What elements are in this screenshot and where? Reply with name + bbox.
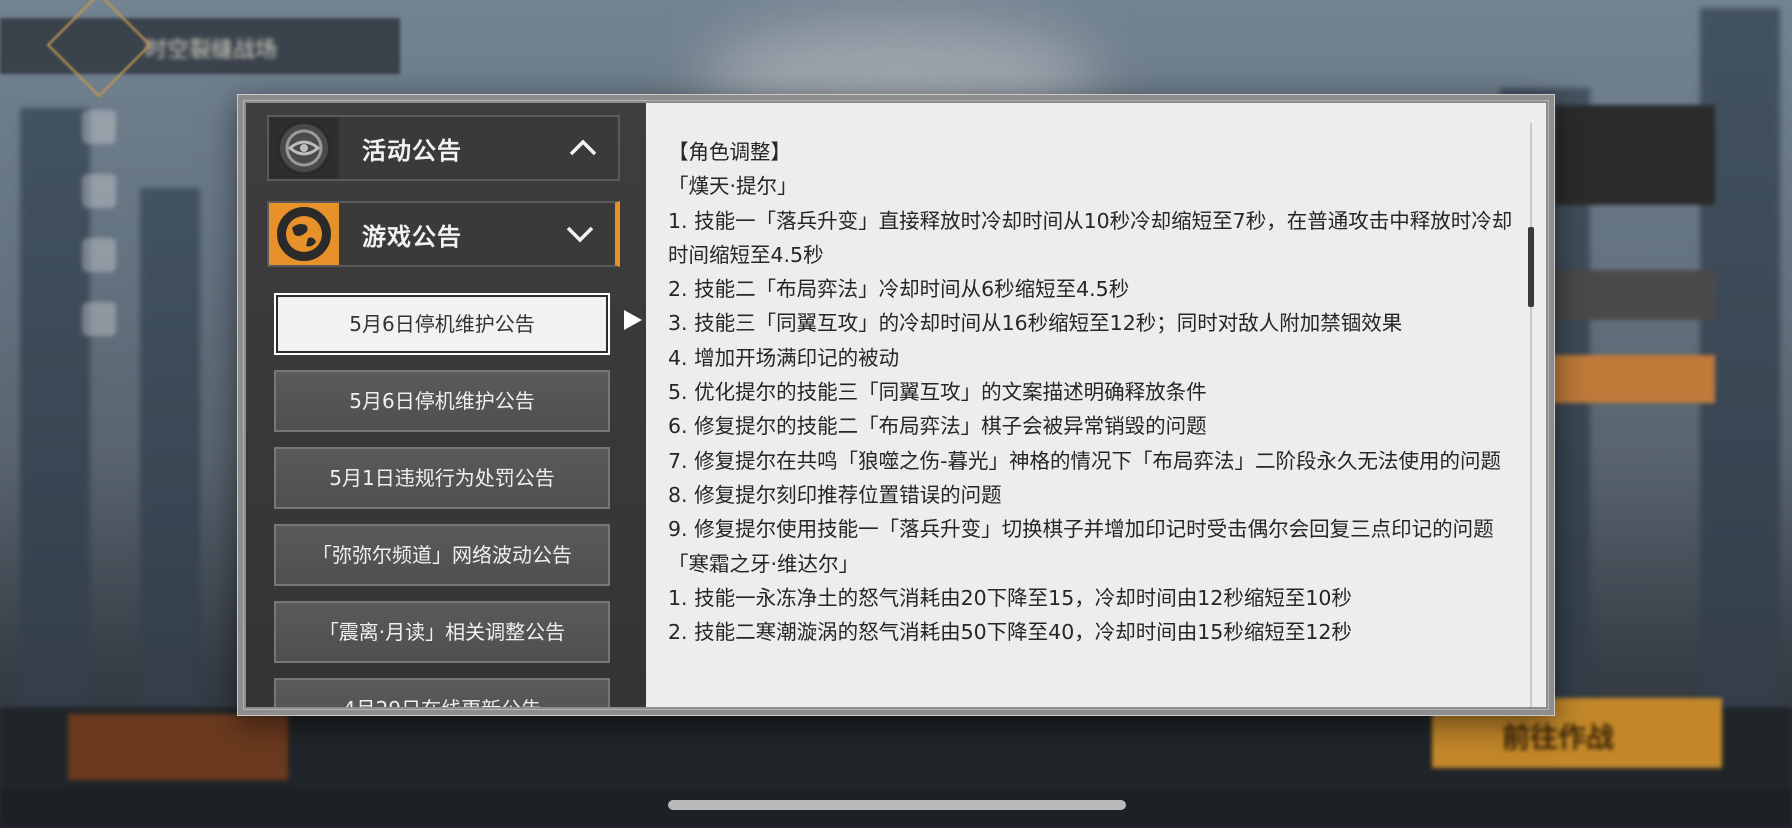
event-banner (1555, 105, 1715, 205)
content-line: 1. 技能一永冻净土的怒气消耗由20下降至15，冷却时间由12秒缩短至10秒 (668, 585, 1352, 610)
friends-icon (82, 238, 116, 272)
notice-item[interactable]: 「弥弥尔频道」网络波动公告 (274, 524, 610, 586)
notice-item[interactable]: 5月6日停机维护公告 (274, 293, 610, 355)
left-side-icons (82, 110, 122, 366)
selected-arrow-icon (624, 310, 642, 330)
content-scrollbar-thumb[interactable] (1528, 227, 1534, 307)
content-line: 8. 修复提尔刻印推荐位置错误的问题 (668, 482, 1002, 507)
game-icon-box (269, 203, 339, 265)
notice-item[interactable]: 5月6日停机维护公告 (274, 370, 610, 432)
chevron-down-icon (566, 226, 594, 243)
globe-emblem-icon (277, 207, 331, 261)
activity-icon-box (269, 117, 339, 179)
settings-icon (82, 110, 116, 144)
event-banner-2 (1555, 270, 1715, 320)
content-line: 2. 技能二「布局弈法」冷却时间从6秒缩短至4.5秒 (668, 277, 1130, 302)
content-line: 6. 修复提尔的技能二「布局弈法」棋子会被异常销毁的问题 (668, 414, 1207, 439)
content-line: 「熯天·提尔」 (668, 174, 798, 199)
content-scrollbar-track[interactable] (1530, 123, 1532, 707)
category-game[interactable]: 游戏公告 (267, 201, 620, 267)
content-line: 4. 增加开场满印记的被动 (668, 345, 900, 370)
announcement-dialog: 活动公告 游戏公告 5月6日停机维护公告 5月6日停机维护公告 5月1日违规行为… (237, 94, 1555, 716)
mail-icon (82, 174, 116, 208)
home-indicator[interactable] (668, 800, 1126, 810)
chevron-up-icon (569, 139, 597, 156)
chat-icon (82, 302, 116, 336)
main-character-button (68, 714, 288, 780)
go-to-battle-label: 前往作战 (1502, 721, 1615, 754)
category-activity-label: 活动公告 (362, 137, 462, 165)
content-line: 【角色调整】 (668, 140, 791, 164)
content-line: 1. 技能一「落兵升变」直接释放时冷却时间从10秒冷却缩短至7秒，在普通攻击中释… (668, 208, 1513, 267)
bottom-nav-bar: 前往作战 (0, 698, 1792, 788)
content-line: 5. 优化提尔的技能三「同翼互攻」的文案描述明确释放条件 (668, 380, 1207, 405)
notice-item[interactable]: 5月1日违规行为处罚公告 (274, 447, 610, 509)
hud-title: 时空裂缝战场 (145, 38, 278, 63)
notice-item[interactable]: 「震离·月读」相关调整公告 (274, 601, 610, 663)
eye-emblem-icon (277, 121, 331, 175)
category-game-label: 游戏公告 (362, 223, 462, 251)
content-line: 2. 技能二寒潮漩涡的怒气消耗由50下降至40，冷却时间由15秒缩短至12秒 (668, 620, 1352, 645)
category-activity[interactable]: 活动公告 (267, 115, 620, 181)
announcement-body: 【角色调整】 「熯天·提尔」 1. 技能一「落兵升变」直接释放时冷却时间从10秒… (668, 135, 1524, 649)
notice-list[interactable]: 5月6日停机维护公告 5月6日停机维护公告 5月1日违规行为处罚公告 「弥弥尔频… (274, 293, 614, 707)
announcement-sidebar: 活动公告 游戏公告 5月6日停机维护公告 5月6日停机维护公告 5月1日违规行为… (246, 103, 646, 707)
content-line: 3. 技能三「同翼互攻」的冷却时间从16秒缩短至12秒；同时对敌人附加禁锢效果 (668, 311, 1403, 336)
content-line: 9. 修复提尔使用技能一「落兵升变」切换棋子并增加印记时受击偶尔会回复三点印记的… (668, 517, 1494, 542)
content-line: 「寒霜之牙·维达尔」 (668, 551, 860, 576)
announcement-content[interactable]: 【角色调整】 「熯天·提尔」 1. 技能一「落兵升变」直接释放时冷却时间从10秒… (646, 103, 1546, 707)
notice-item[interactable]: 4月29日在线更新公告 (274, 678, 610, 707)
content-line: 7. 修复提尔在共鸣「狼噬之伤-暮光」神格的情况下「布局弈法」二阶段永久无法使用… (668, 448, 1501, 473)
